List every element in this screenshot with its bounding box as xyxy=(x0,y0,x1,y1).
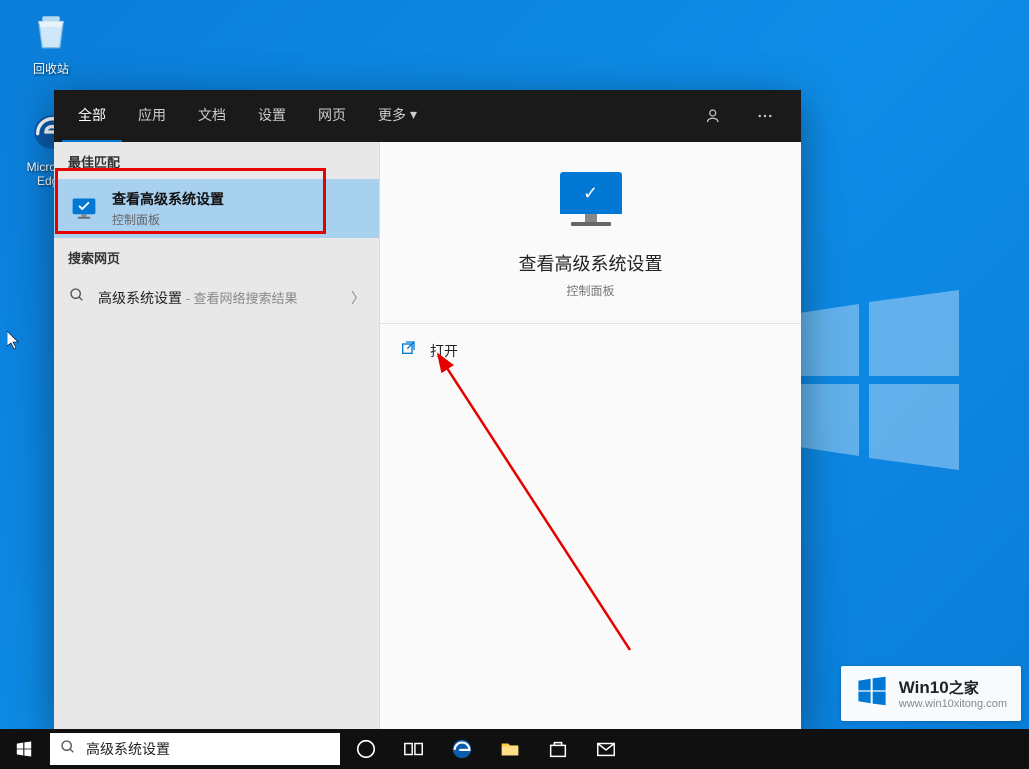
watermark-title-en: Win10 xyxy=(899,678,949,697)
tab-web[interactable]: 网页 xyxy=(302,90,362,143)
recycle-bin-icon xyxy=(27,8,75,56)
result-title: 查看高级系统设置 xyxy=(112,189,224,209)
feedback-icon[interactable] xyxy=(699,100,731,132)
cursor-icon xyxy=(7,331,23,356)
desktop: 回收站 Microsoft Edge 全部 应用 文档 设置 网页 更多 ▾ xyxy=(0,0,1029,769)
recycle-bin-label: 回收站 xyxy=(14,60,88,77)
tab-apps[interactable]: 应用 xyxy=(122,90,182,143)
tab-settings[interactable]: 设置 xyxy=(242,90,302,143)
watermark-url: www.win10xitong.com xyxy=(899,698,1007,710)
action-open-label: 打开 xyxy=(430,341,458,361)
preview-subtitle: 控制面板 xyxy=(400,282,781,299)
preview-monitor-icon: ✓ xyxy=(556,172,626,232)
best-match-result[interactable]: 查看高级系统设置 控制面板 xyxy=(54,179,379,238)
taskbar-taskview-icon[interactable] xyxy=(390,729,438,769)
watermark: Win10之家 www.win10xitong.com xyxy=(841,666,1021,721)
monitor-icon xyxy=(68,193,100,225)
search-body: 最佳匹配 查看高级系统设置 控制面板 搜索网页 xyxy=(54,142,801,729)
preview-column: ✓ 查看高级系统设置 控制面板 打开 xyxy=(379,142,801,729)
tab-more-label: 更多 xyxy=(378,105,406,125)
watermark-title-zh: 之家 xyxy=(949,680,979,697)
taskbar-cortana-icon[interactable] xyxy=(342,729,390,769)
tab-all[interactable]: 全部 xyxy=(62,90,122,143)
taskbar-store-icon[interactable] xyxy=(534,729,582,769)
tab-documents[interactable]: 文档 xyxy=(182,90,242,143)
search-tabs: 全部 应用 文档 设置 网页 更多 ▾ xyxy=(62,90,699,143)
chevron-right-icon: 〉 xyxy=(351,288,365,308)
web-query: 高级系统设置 xyxy=(98,290,182,306)
taskbar xyxy=(0,729,1029,769)
web-query-suffix: - 查看网络搜索结果 xyxy=(182,291,298,306)
best-match-header: 最佳匹配 xyxy=(54,142,379,179)
open-icon xyxy=(400,340,416,361)
chevron-down-icon: ▾ xyxy=(410,106,417,123)
action-open[interactable]: 打开 xyxy=(380,324,801,377)
search-panel: 全部 应用 文档 设置 网页 更多 ▾ 最佳匹配 xyxy=(54,90,801,729)
results-left-column: 最佳匹配 查看高级系统设置 控制面板 搜索网页 xyxy=(54,142,379,729)
more-options-icon[interactable] xyxy=(749,100,781,132)
tab-more[interactable]: 更多 ▾ xyxy=(362,90,433,143)
taskbar-search-box[interactable] xyxy=(50,733,340,765)
desktop-icon-recycle-bin[interactable]: 回收站 xyxy=(14,8,88,77)
taskbar-explorer-icon[interactable] xyxy=(486,729,534,769)
taskbar-mail-icon[interactable] xyxy=(582,729,630,769)
search-header: 全部 应用 文档 设置 网页 更多 ▾ xyxy=(54,90,801,142)
web-search-header: 搜索网页 xyxy=(54,238,379,275)
result-subtitle: 控制面板 xyxy=(112,211,224,228)
search-icon xyxy=(60,739,76,760)
watermark-logo-icon xyxy=(855,674,889,713)
taskbar-edge-icon[interactable] xyxy=(438,729,486,769)
taskbar-search-input[interactable] xyxy=(86,741,330,757)
web-search-item[interactable]: 高级系统设置 - 查看网络搜索结果 〉 xyxy=(54,275,379,320)
search-icon xyxy=(68,287,86,308)
start-button[interactable] xyxy=(0,729,48,769)
preview-title: 查看高级系统设置 xyxy=(400,250,781,276)
preview-header: ✓ 查看高级系统设置 控制面板 xyxy=(380,142,801,324)
